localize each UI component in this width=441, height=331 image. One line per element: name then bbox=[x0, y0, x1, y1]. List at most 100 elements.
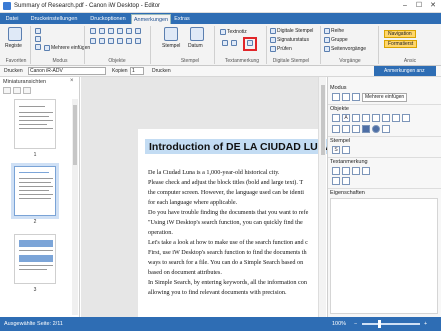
document-line: De la Ciudad Luna is a 1,000-year-old hi… bbox=[148, 169, 280, 176]
ellipse-icon[interactable] bbox=[135, 28, 141, 34]
formatierst-button[interactable]: Formatierst bbox=[384, 40, 418, 48]
highlight-icon[interactable] bbox=[90, 38, 96, 44]
tab-druckoptionen[interactable]: Druckoptionen bbox=[86, 14, 130, 24]
navigation-button[interactable]: Navigation bbox=[384, 30, 416, 38]
zoom-slider[interactable] bbox=[362, 323, 420, 325]
rectangle-icon[interactable] bbox=[372, 114, 380, 122]
document-line: First, use iW Desktop's search function … bbox=[148, 249, 307, 256]
document-line: based on document attributes. bbox=[148, 269, 222, 276]
select-icon[interactable] bbox=[35, 28, 41, 34]
registe-icon[interactable] bbox=[8, 27, 22, 41]
digitale-stempel-button[interactable]: Digitale Stempel bbox=[270, 28, 313, 34]
text-icon[interactable] bbox=[99, 28, 105, 34]
date-stamp-icon[interactable] bbox=[342, 146, 350, 154]
document-scrollbar[interactable] bbox=[318, 77, 326, 317]
drucken-button[interactable]: Drucken bbox=[152, 67, 171, 75]
pruefen-button[interactable]: Prüfen bbox=[270, 46, 292, 52]
text-size-icon[interactable] bbox=[342, 177, 350, 185]
kopien-input[interactable]: 1 bbox=[130, 67, 144, 75]
textbox-icon[interactable] bbox=[90, 28, 96, 34]
close-button[interactable]: ✕ bbox=[426, 1, 440, 11]
fill-rectangle-icon[interactable] bbox=[362, 125, 370, 133]
group-digitale-stempel: Digitale Stempel bbox=[272, 58, 310, 64]
pen-icon[interactable] bbox=[342, 125, 350, 133]
document-line: the computer screen. However, the langua… bbox=[148, 189, 304, 196]
zoom-in-icon[interactable]: + bbox=[424, 321, 427, 327]
text-note-icon[interactable] bbox=[332, 167, 340, 175]
ellipse-icon[interactable] bbox=[382, 114, 390, 122]
thumbnail-pane: Miniaturansichten × 1 2 3 bbox=[0, 77, 80, 317]
text-format-icon[interactable] bbox=[342, 167, 350, 175]
text-align-icon[interactable] bbox=[352, 167, 360, 175]
mehrere-einfuegen-button[interactable]: Mehrere einfügen bbox=[362, 93, 408, 102]
fill-ellipse-icon[interactable] bbox=[135, 38, 141, 44]
thumb-options-icon[interactable] bbox=[23, 87, 31, 94]
thumbnail-page-3[interactable] bbox=[14, 234, 56, 284]
text-icon[interactable]: A bbox=[342, 114, 350, 122]
fill-ellipse-icon[interactable] bbox=[372, 125, 380, 133]
text-color-icon[interactable] bbox=[332, 177, 340, 185]
pane-close-icon[interactable]: × bbox=[70, 78, 74, 84]
rectangle-icon[interactable] bbox=[126, 28, 132, 34]
select-icon[interactable] bbox=[332, 93, 340, 101]
document-viewer[interactable]: Introduction of DE LA CIUDAD LUNA De la … bbox=[81, 77, 337, 317]
tab-extras[interactable]: Extras bbox=[172, 14, 192, 24]
polyline-icon[interactable] bbox=[108, 38, 114, 44]
document-line: Please check and adjust the block titles… bbox=[148, 179, 304, 186]
arrow-icon[interactable] bbox=[362, 114, 370, 122]
highlight-icon[interactable] bbox=[332, 125, 340, 133]
stamp-icon[interactable]: S bbox=[332, 146, 340, 154]
textnotiz-button[interactable]: Textnotiz bbox=[220, 29, 247, 35]
seitenvorgaenge-button[interactable]: Seitenvorgänge bbox=[324, 46, 366, 52]
text-format-icon[interactable] bbox=[222, 40, 228, 46]
zoom-slider-handle[interactable] bbox=[378, 320, 381, 328]
thumb-zoom-out-icon[interactable] bbox=[3, 87, 11, 94]
zoom-out-icon[interactable]: − bbox=[354, 321, 357, 327]
gruppe-button[interactable]: Gruppe bbox=[324, 37, 348, 43]
stempel-button[interactable]: Stempel bbox=[162, 43, 180, 49]
thumbnail-scrollbar[interactable] bbox=[72, 99, 78, 315]
document-heading[interactable]: Introduction of DE LA CIUDAD LUNA bbox=[145, 139, 337, 154]
thumb-zoom-in-icon[interactable] bbox=[13, 87, 21, 94]
datum-button[interactable]: Datum bbox=[188, 43, 203, 49]
properties-pane: Modus Mehrere einfügen Objekte A Stempel… bbox=[327, 77, 441, 317]
document-line: allowing you to find relevant documents … bbox=[148, 289, 287, 296]
zoom-level: 100% bbox=[332, 321, 347, 327]
tab-anmerkungen[interactable]: Anmerkungen bbox=[131, 14, 171, 24]
line-icon[interactable] bbox=[108, 28, 114, 34]
status-bar: Ausgewählte Seite: 2/11 100% − + bbox=[0, 317, 441, 331]
shape-icon[interactable] bbox=[382, 125, 390, 133]
text-edit-icon[interactable] bbox=[362, 167, 370, 175]
document-line: Let's take a look at how to make use of … bbox=[148, 239, 308, 246]
group-ansicht: Ansic bbox=[403, 58, 417, 64]
thumbnail-page-1[interactable] bbox=[14, 99, 56, 149]
maximize-button[interactable]: ☐ bbox=[412, 1, 426, 11]
datum-icon[interactable] bbox=[190, 27, 204, 41]
arrow-icon[interactable] bbox=[117, 28, 123, 34]
document-page[interactable]: Introduction of DE LA CIUDAD LUNA De la … bbox=[138, 129, 337, 317]
thumbnail-pane-title: Miniaturansichten bbox=[3, 79, 47, 85]
polyline-icon[interactable] bbox=[352, 125, 360, 133]
printer-select[interactable]: Canon iR-ADV bbox=[28, 67, 106, 75]
text-align-icon[interactable] bbox=[231, 40, 237, 46]
pen-icon[interactable] bbox=[99, 38, 105, 44]
stempel-icon[interactable] bbox=[164, 27, 178, 41]
tab-druckeinstellungen[interactable]: Druckeinstellungen bbox=[23, 14, 85, 24]
anmerkungen-anzeigen-button[interactable]: Anmerkungen anz bbox=[374, 66, 436, 76]
minimize-button[interactable]: – bbox=[398, 1, 412, 11]
circle-icon[interactable] bbox=[402, 114, 410, 122]
hand-icon[interactable] bbox=[342, 93, 350, 101]
polygon-icon[interactable] bbox=[117, 38, 123, 44]
hand-icon[interactable] bbox=[35, 36, 41, 42]
thumbnail-page-2[interactable] bbox=[11, 163, 59, 219]
properties-tab[interactable]: Eigenschaften bbox=[330, 190, 365, 196]
polygon-icon[interactable] bbox=[392, 114, 400, 122]
tab-datei[interactable]: Datei bbox=[2, 14, 22, 24]
line-icon[interactable] bbox=[352, 114, 360, 122]
fill-rectangle-icon[interactable] bbox=[126, 38, 132, 44]
reihe-button[interactable]: Reihe bbox=[324, 28, 344, 34]
zoom-icon[interactable] bbox=[35, 44, 41, 50]
signaturstatus-button[interactable]: Signaturstatus bbox=[270, 37, 309, 43]
zoom-icon[interactable] bbox=[352, 93, 360, 101]
textbox-icon[interactable] bbox=[332, 114, 340, 122]
